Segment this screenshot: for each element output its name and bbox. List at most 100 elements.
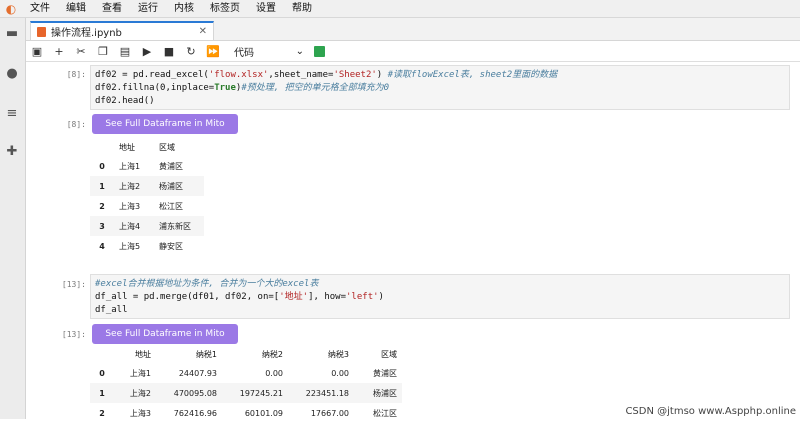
column-header: 纳税2 — [261, 350, 283, 359]
table-cell: 杨浦区 — [154, 176, 204, 196]
restart-icon[interactable]: ↻ — [180, 41, 202, 61]
run-icon[interactable]: ▶ — [136, 41, 158, 61]
code-line: df02.head() — [95, 96, 155, 106]
table-cell: 上海5 — [119, 241, 141, 251]
input-prompt: [13]: — [61, 280, 86, 289]
code-line: df02.fillna(0,inplace=True)#预处理, 把空的单元格全… — [95, 83, 390, 93]
table-row: 0 上海1 黄浦区 — [90, 156, 204, 176]
mito-button[interactable]: See Full Dataframe in Mito — [92, 324, 238, 344]
table-row: 4 上海5 静安区 — [90, 236, 204, 256]
notebook-icon — [37, 26, 46, 37]
left-sidebar: ▬ ● ≡ ✚ — [0, 18, 26, 419]
table-cell: 24407.93 — [178, 368, 217, 378]
notebook-area: [8]: df02 = pd.read_excel('flow.xlsx',sh… — [26, 62, 800, 419]
output-prompt: [8]: — [66, 120, 86, 129]
folder-icon[interactable]: ▬ — [5, 26, 19, 41]
table-cell: 上海3 — [119, 201, 141, 211]
cell-type-select[interactable]: 代码 ⌄ — [230, 43, 308, 59]
list-icon[interactable]: ≡ — [5, 106, 19, 121]
table-cell: 762416.96 — [173, 408, 217, 418]
table-row: 2 上海3 762416.96 60101.09 17667.00 松江区 — [90, 403, 402, 423]
fast-forward-icon[interactable]: ⏩ — [202, 41, 224, 61]
menu-bar: ◐ 文件 编辑 查看 运行 内核 标签页 设置 帮助 — [0, 0, 800, 18]
column-header: 区域 — [381, 350, 397, 359]
running-icon[interactable]: ● — [5, 66, 19, 81]
save-icon[interactable]: ▣ — [26, 41, 48, 61]
table-cell: 上海1 — [119, 161, 141, 171]
table-cell: 杨浦区 — [354, 383, 402, 403]
row-index: 1 — [90, 383, 114, 403]
row-index: 1 — [90, 176, 114, 196]
row-index: 3 — [90, 216, 114, 236]
code-cell[interactable]: df02 = pd.read_excel('flow.xlsx',sheet_n… — [90, 65, 790, 110]
mito-icon[interactable] — [314, 45, 325, 57]
table-cell: 上海2 — [114, 176, 154, 196]
table-cell: 上海1 — [129, 368, 151, 378]
output-prompt: [13]: — [61, 330, 86, 339]
add-cell-icon[interactable]: + — [48, 41, 70, 61]
notebook-toolbar: ▣ + ✂ ❐ ▤ ▶ ■ ↻ ⏩ 代码 ⌄ — [26, 41, 800, 62]
table-cell: 0.00 — [331, 368, 349, 378]
row-index: 0 — [99, 161, 105, 171]
stop-icon[interactable]: ■ — [158, 41, 180, 61]
mito-button[interactable]: See Full Dataframe in Mito — [92, 114, 238, 134]
dataframe-table: 地址 区域 0 上海1 黄浦区 1 上海2 杨浦区 2 上海3 松江区 3 上海… — [90, 139, 204, 256]
row-index: 4 — [99, 241, 105, 251]
code-line: df_all — [95, 305, 128, 315]
extension-icon[interactable]: ✚ — [5, 144, 19, 159]
table-cell: 0.00 — [265, 368, 283, 378]
cell-type-label: 代码 — [234, 47, 254, 59]
table-cell: 60101.09 — [244, 408, 283, 418]
menu-kernel[interactable]: 内核 — [166, 0, 202, 17]
menu-run[interactable]: 运行 — [130, 0, 166, 17]
table-cell: 松江区 — [159, 201, 183, 211]
watermark: CSDN @jtmso www.Aspphp.online — [625, 406, 796, 417]
input-prompt: [8]: — [66, 70, 86, 79]
index-header — [90, 346, 114, 363]
menu-file[interactable]: 文件 — [22, 0, 58, 17]
dataframe-table: 地址 纳税1 纳税2 纳税3 区域 0 上海1 24407.93 0.00 0.… — [90, 346, 402, 423]
code-line: #excel合并根据地址为条件, 合并为一个大的excel表 — [95, 279, 319, 289]
table-cell: 黄浦区 — [159, 161, 183, 171]
table-row: 1 上海2 470095.08 197245.21 223451.18 杨浦区 — [90, 383, 402, 403]
table-row: 1 上海2 杨浦区 — [90, 176, 204, 196]
column-header: 区域 — [159, 143, 175, 152]
menu-settings[interactable]: 设置 — [248, 0, 284, 17]
tab-bar: 操作流程.ipynb ✕ — [26, 18, 800, 41]
table-cell: 470095.08 — [156, 383, 222, 403]
table-header-row: 地址 纳税1 纳税2 纳税3 区域 — [90, 346, 402, 363]
table-cell: 上海2 — [114, 383, 156, 403]
table-cell: 黄浦区 — [373, 368, 397, 378]
row-index: 0 — [99, 368, 105, 378]
copy-icon[interactable]: ❐ — [92, 41, 114, 61]
column-header: 地址 — [119, 143, 135, 152]
tab-title: 操作流程.ipynb — [51, 28, 122, 39]
menu-tabs[interactable]: 标签页 — [202, 0, 248, 17]
column-header: 纳税3 — [327, 350, 349, 359]
row-index: 2 — [99, 408, 105, 418]
table-cell: 223451.18 — [288, 383, 354, 403]
table-header-row: 地址 区域 — [90, 139, 204, 156]
column-header: 地址 — [135, 350, 151, 359]
table-cell: 浦东新区 — [154, 216, 204, 236]
menu-view[interactable]: 查看 — [94, 0, 130, 17]
column-header: 纳税1 — [195, 350, 217, 359]
table-row: 2 上海3 松江区 — [90, 196, 204, 216]
menu-edit[interactable]: 编辑 — [58, 0, 94, 17]
chevron-down-icon: ⌄ — [295, 45, 304, 57]
jupyter-logo-icon: ◐ — [5, 1, 17, 16]
notebook-tab[interactable]: 操作流程.ipynb ✕ — [30, 21, 214, 40]
table-row: 0 上海1 24407.93 0.00 0.00 黄浦区 — [90, 363, 402, 383]
table-cell: 197245.21 — [222, 383, 288, 403]
code-line: df02 = pd.read_excel('flow.xlsx',sheet_n… — [95, 70, 558, 80]
table-cell: 松江区 — [373, 408, 397, 418]
close-icon[interactable]: ✕ — [199, 26, 207, 37]
menu-help[interactable]: 帮助 — [284, 0, 320, 17]
table-cell: 17667.00 — [310, 408, 349, 418]
row-index: 2 — [99, 201, 105, 211]
cut-icon[interactable]: ✂ — [70, 41, 92, 61]
code-cell[interactable]: #excel合并根据地址为条件, 合并为一个大的excel表 df_all = … — [90, 274, 790, 319]
index-header — [90, 139, 114, 156]
table-cell: 上海4 — [114, 216, 154, 236]
paste-icon[interactable]: ▤ — [114, 41, 136, 61]
